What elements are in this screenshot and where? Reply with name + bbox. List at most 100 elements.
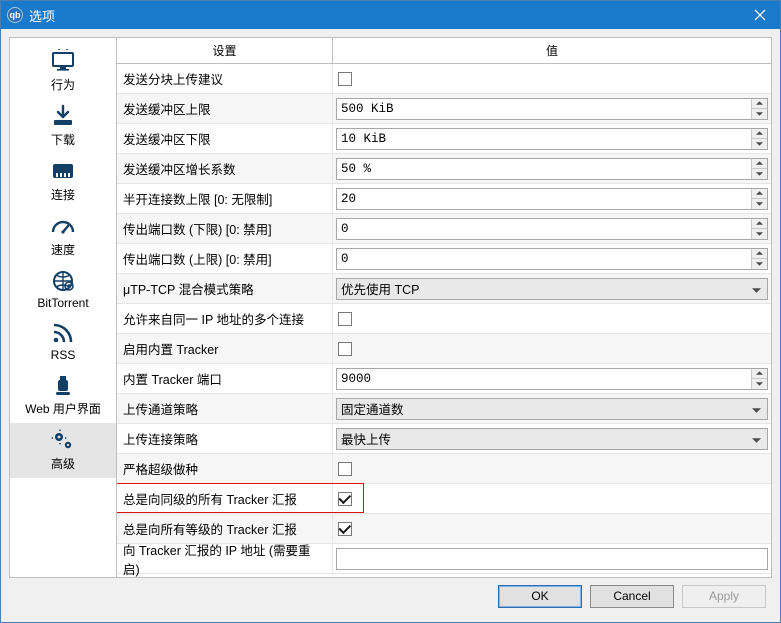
spinbox-input[interactable] [337, 369, 751, 389]
dropdown[interactable]: 优先使用 TCP [336, 278, 768, 300]
spin-up-button[interactable] [752, 369, 767, 380]
spinbox[interactable] [336, 368, 768, 390]
table-row: 半开连接数上限 [0: 无限制] [117, 184, 771, 214]
spin-down-button[interactable] [752, 379, 767, 389]
setting-value: 优先使用 TCP [333, 274, 771, 303]
spin-up-button[interactable] [752, 129, 767, 140]
dropdown-value: 优先使用 TCP [341, 279, 419, 298]
chevron-down-icon [752, 432, 761, 446]
spin-down-button[interactable] [752, 109, 767, 119]
sidebar-item-label: RSS [51, 348, 76, 362]
table-row: 内置 Tracker 端口 [117, 364, 771, 394]
setting-label: 内置 Tracker 端口 [117, 364, 333, 393]
setting-value [333, 154, 771, 183]
spinbox[interactable] [336, 218, 768, 240]
spin-down-button[interactable] [752, 169, 767, 179]
checkbox[interactable] [338, 342, 352, 356]
column-header-value: 值 [333, 38, 771, 63]
table-row: 允许来自同一 IP 地址的多个连接 [117, 304, 771, 334]
setting-value [333, 94, 771, 123]
ok-button[interactable]: OK [498, 585, 582, 608]
window-title: 选项 [29, 6, 740, 25]
spinbox-buttons [751, 159, 767, 179]
checkbox[interactable] [338, 492, 352, 506]
sidebar-item-globe[interactable]: BitTorrent [10, 264, 116, 316]
close-button[interactable] [740, 1, 780, 29]
gears-icon [49, 427, 77, 453]
spin-down-button[interactable] [752, 259, 767, 269]
table-row: 总是向同级的所有 Tracker 汇报 [117, 484, 771, 514]
spinbox-buttons [751, 99, 767, 119]
spinbox-input[interactable] [337, 129, 751, 149]
setting-label: 发送缓冲区上限 [117, 94, 333, 123]
table-header: 设置 值 [117, 38, 771, 64]
spinbox[interactable] [336, 98, 768, 120]
spin-up-button[interactable] [752, 189, 767, 200]
apply-button: Apply [682, 585, 766, 608]
globe-icon [49, 268, 77, 294]
setting-value [333, 64, 771, 93]
setting-value [333, 184, 771, 213]
spinbox[interactable] [336, 248, 768, 270]
dongle-icon [49, 372, 77, 398]
spinbox[interactable] [336, 128, 768, 150]
setting-value [333, 454, 771, 483]
setting-label: 启用内置 Tracker [117, 334, 333, 363]
setting-value [333, 304, 771, 333]
chevron-down-icon [752, 282, 761, 296]
spin-down-button[interactable] [752, 229, 767, 239]
sidebar-item-label: 行为 [51, 76, 75, 93]
setting-label: 发送缓冲区增长系数 [117, 154, 333, 183]
spin-up-button[interactable] [752, 159, 767, 170]
setting-label: 传出端口数 (上限) [0: 禁用] [117, 244, 333, 273]
checkbox[interactable] [338, 312, 352, 326]
spinbox-input[interactable] [337, 159, 751, 179]
dropdown[interactable]: 固定通道数 [336, 398, 768, 420]
titlebar: qb 选项 [1, 1, 780, 29]
sidebar-item-label: 速度 [51, 241, 75, 258]
spinbox-buttons [751, 129, 767, 149]
table-row: 发送缓冲区增长系数 [117, 154, 771, 184]
spinbox-input[interactable] [337, 249, 751, 269]
dialog-buttons: OK Cancel Apply [9, 578, 772, 614]
setting-value [333, 484, 771, 513]
spinbox[interactable] [336, 158, 768, 180]
spin-down-button[interactable] [752, 139, 767, 149]
setting-label: 严格超级做种 [117, 454, 333, 483]
dropdown[interactable]: 最快上传 [336, 428, 768, 450]
sidebar-item-gauge[interactable]: 速度 [10, 209, 116, 264]
setting-label: 总是向同级的所有 Tracker 汇报 [117, 484, 333, 513]
setting-value [333, 364, 771, 393]
category-sidebar: 行为 下载 连接 速度 BitTorrent RSS Web 用户界面 高级 [10, 38, 117, 577]
sidebar-item-ethernet[interactable]: 连接 [10, 154, 116, 209]
setting-label: 向 Tracker 汇报的 IP 地址 (需要重启) [117, 544, 333, 573]
sidebar-item-dongle[interactable]: Web 用户界面 [10, 368, 116, 423]
text-input[interactable] [336, 548, 768, 570]
spinbox-input[interactable] [337, 219, 751, 239]
spinbox-buttons [751, 249, 767, 269]
sidebar-item-gears[interactable]: 高级 [10, 423, 116, 478]
checkbox[interactable] [338, 462, 352, 476]
column-header-setting: 设置 [117, 38, 333, 63]
spinbox-buttons [751, 189, 767, 209]
dialog-body: 行为 下载 连接 速度 BitTorrent RSS Web 用户界面 高级 设… [1, 29, 780, 622]
spin-up-button[interactable] [752, 99, 767, 110]
spin-down-button[interactable] [752, 199, 767, 209]
checkbox[interactable] [338, 522, 352, 536]
close-icon [754, 9, 766, 21]
spin-up-button[interactable] [752, 249, 767, 260]
download-icon [49, 103, 77, 129]
spinbox-input[interactable] [337, 189, 751, 209]
ethernet-icon [49, 158, 77, 184]
checkbox[interactable] [338, 72, 352, 86]
spinbox-buttons [751, 219, 767, 239]
table-row: 传出端口数 (上限) [0: 禁用] [117, 244, 771, 274]
sidebar-item-download[interactable]: 下载 [10, 99, 116, 154]
spinbox-input[interactable] [337, 99, 751, 119]
spin-up-button[interactable] [752, 219, 767, 230]
sidebar-item-label: Web 用户界面 [25, 400, 101, 417]
sidebar-item-rss[interactable]: RSS [10, 316, 116, 368]
cancel-button[interactable]: Cancel [590, 585, 674, 608]
spinbox[interactable] [336, 188, 768, 210]
sidebar-item-monitor[interactable]: 行为 [10, 44, 116, 99]
